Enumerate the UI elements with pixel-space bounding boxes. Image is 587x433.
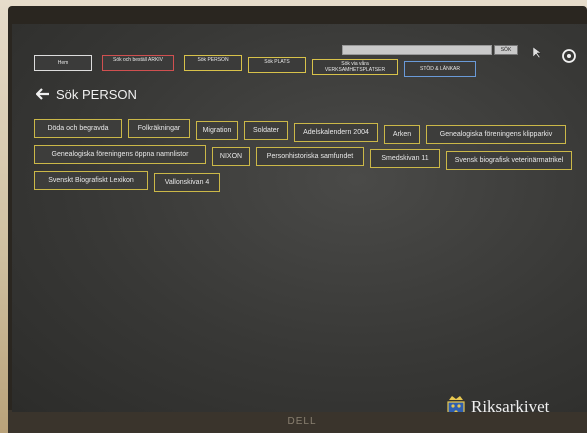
nav-hem-button[interactable]: Hem xyxy=(34,55,92,71)
top-navigation: Hem Sök och beställ ARKIV Sök PERSON Sök… xyxy=(34,51,504,77)
person-link-adelskalendern[interactable]: Adelskalendern 2004 xyxy=(294,123,378,142)
person-link-personhistoriska-samfundet[interactable]: Personhistoriska samfundet xyxy=(256,147,364,166)
nav-sok-person-button[interactable]: Sök PERSON xyxy=(184,55,242,71)
page-title: Sök PERSON xyxy=(36,84,137,104)
nav-verksamhetsplatser-button[interactable]: Sök via våra VERKSAMHETSPLATSER xyxy=(312,59,398,75)
person-link-genealogiska-namnlistor[interactable]: Genealogiska föreningens öppna namnlisto… xyxy=(34,145,206,164)
person-link-folkrakningar[interactable]: Folkräkningar xyxy=(128,119,190,138)
person-link-veterinarmatrikel[interactable]: Svensk biografisk veterinärmatrikel xyxy=(446,151,572,170)
person-link-arken[interactable]: Arken xyxy=(384,125,420,144)
riksarkivet-brand: Riksarkivet xyxy=(445,394,549,412)
person-link-nixon[interactable]: NIXON xyxy=(212,147,250,166)
person-link-smedskivan[interactable]: Smedskivan 11 xyxy=(370,149,440,168)
brand-name: Riksarkivet xyxy=(471,397,550,412)
person-link-migration[interactable]: Migration xyxy=(196,121,238,140)
person-link-doda-och-begravda[interactable]: Döda och begravda xyxy=(34,119,122,138)
page-title-text: Sök PERSON xyxy=(56,86,137,102)
nav-sok-plats-button[interactable]: Sök PLATS xyxy=(248,57,306,73)
person-link-biografiskt-lexikon[interactable]: Svenskt Biografiskt Lexikon xyxy=(34,171,148,190)
eye-logo-icon xyxy=(562,49,576,63)
person-link-genealogiska-klipparkiv[interactable]: Genealogiska föreningens klipparkiv xyxy=(426,125,566,144)
mouse-cursor-icon xyxy=(533,47,542,59)
nav-stod-lankar-button[interactable]: STÖD & LÄNKAR xyxy=(404,61,476,77)
crest-icon xyxy=(447,396,465,412)
screen: SÖK Hem Sök och beställ ARKIV Sök PERSON… xyxy=(12,24,587,412)
nav-sok-arkiv-button[interactable]: Sök och beställ ARKIV xyxy=(102,55,174,71)
person-link-vallonskivan[interactable]: Vallonskivan 4 xyxy=(154,173,220,192)
back-arrow-icon[interactable] xyxy=(36,88,50,100)
monitor-brand-label: DELL xyxy=(287,416,317,427)
person-link-soldater[interactable]: Soldater xyxy=(244,121,288,140)
